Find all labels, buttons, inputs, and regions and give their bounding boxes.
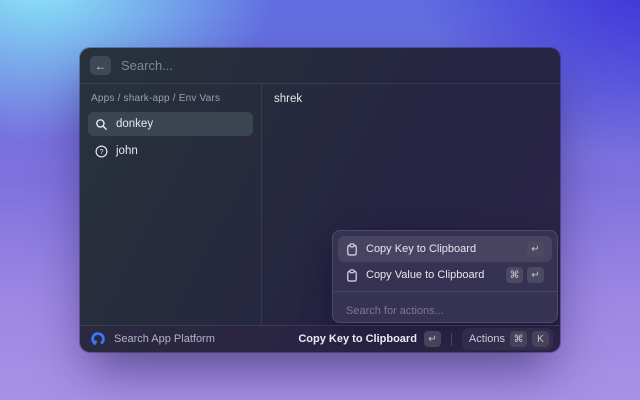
list-panel: Apps / shark-app / Env Vars donkey ? joh… xyxy=(80,84,262,325)
search-header: ← xyxy=(80,48,560,84)
clipboard-icon xyxy=(347,242,357,256)
return-key: ↵ xyxy=(527,241,544,257)
command-key: ⌘ xyxy=(510,331,527,347)
actions-popup: Copy Key to Clipboard ↵ Copy Value to Cl… xyxy=(332,230,558,323)
search-input[interactable] xyxy=(121,58,550,73)
actions-search xyxy=(333,291,557,322)
launcher-window: ← Apps / shark-app / Env Vars donkey xyxy=(80,48,560,352)
shortcut-keys: ↵ xyxy=(527,241,544,257)
back-button[interactable]: ← xyxy=(90,56,111,75)
action-copy-value[interactable]: Copy Value to Clipboard ⌘ ↵ xyxy=(338,262,552,288)
app-identity: Search App Platform xyxy=(90,331,215,347)
app-name: Search App Platform xyxy=(114,333,215,345)
clipboard-icon xyxy=(347,268,357,282)
command-key: ⌘ xyxy=(506,267,523,283)
return-key: ↵ xyxy=(423,331,441,347)
status-bar-actions: Copy Key to Clipboard ↵ Actions ⌘ K xyxy=(298,328,553,350)
divider xyxy=(450,332,452,346)
return-key: ↵ xyxy=(527,267,544,283)
list-item-label: john xyxy=(116,145,138,157)
action-copy-key[interactable]: Copy Key to Clipboard ↵ xyxy=(338,236,552,262)
question-icon: ? xyxy=(95,144,108,158)
detail-value: shrek xyxy=(274,93,303,105)
desktop-background: ← Apps / shark-app / Env Vars donkey xyxy=(0,0,640,400)
list-item-donkey[interactable]: donkey xyxy=(88,112,253,136)
status-bar: Search App Platform Copy Key to Clipboar… xyxy=(80,325,560,352)
k-key: K xyxy=(532,331,549,347)
actions-button-label: Actions xyxy=(468,333,505,345)
action-label: Copy Key to Clipboard xyxy=(366,243,477,255)
actions-button[interactable]: Actions ⌘ K xyxy=(461,328,553,350)
app-logo-icon xyxy=(91,332,105,346)
back-arrow-icon: ← xyxy=(94,58,107,73)
shortcut-keys: ⌘ ↵ xyxy=(506,267,544,283)
list-item-label: donkey xyxy=(116,118,154,130)
list-item-john[interactable]: ? john xyxy=(88,139,253,163)
action-label: Copy Value to Clipboard xyxy=(366,269,485,281)
actions-search-input[interactable] xyxy=(346,304,544,317)
primary-action-button[interactable]: Copy Key to Clipboard xyxy=(298,333,417,345)
svg-text:?: ? xyxy=(100,147,104,156)
breadcrumb: Apps / shark-app / Env Vars xyxy=(91,93,221,104)
magnifier-icon xyxy=(96,118,107,130)
